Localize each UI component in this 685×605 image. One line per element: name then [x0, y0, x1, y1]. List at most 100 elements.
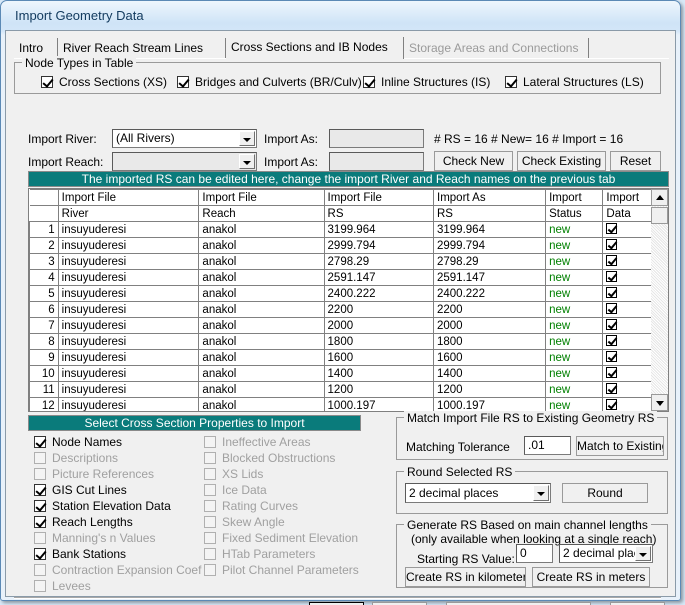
cell-river[interactable]: insuyuderesi — [57, 365, 200, 382]
checkbox-icon[interactable] — [505, 76, 517, 88]
table-row[interactable]: 2 insuyuderesi anakol 2999.794 2999.794 new — [29, 237, 653, 254]
row-number[interactable]: 10 — [29, 365, 59, 382]
grid-header-top[interactable]: Import File — [57, 189, 200, 206]
cell-river[interactable]: insuyuderesi — [57, 333, 200, 350]
row-number[interactable]: 4 — [29, 269, 59, 286]
property-checkbox-station-elevation-data[interactable]: Station Elevation Data — [34, 499, 171, 513]
checkbox-icon[interactable] — [606, 287, 618, 298]
node-type-checkbox-0[interactable]: Cross Sections (XS) — [41, 75, 167, 89]
cell-river[interactable]: insuyuderesi — [57, 221, 200, 238]
table-row[interactable]: 6 insuyuderesi anakol 2200 2200 new — [29, 301, 653, 318]
cell-reach[interactable]: anakol — [198, 381, 325, 398]
import-reach-combo[interactable] — [112, 152, 257, 171]
checkbox-icon[interactable] — [41, 76, 53, 88]
tab-river-reach-stream-lines[interactable]: River Reach Stream Lines — [58, 38, 226, 58]
table-row[interactable]: 1 insuyuderesi anakol 3199.964 3199.964 new — [29, 221, 653, 238]
tab-storage-areas-and-connections[interactable]: Storage Areas and Connections — [404, 38, 589, 58]
checkbox-icon[interactable] — [606, 383, 618, 394]
cell-river[interactable]: insuyuderesi — [57, 253, 200, 270]
cell-rs[interactable]: 2999.794 — [323, 237, 435, 254]
property-checkbox-node-names[interactable]: Node Names — [34, 435, 122, 449]
grid-header-bottom[interactable]: RS — [432, 205, 547, 222]
row-number[interactable]: 6 — [29, 301, 59, 318]
cell-reach[interactable]: anakol — [198, 221, 325, 238]
cell-river[interactable]: insuyuderesi — [57, 349, 200, 366]
row-number[interactable]: 11 — [29, 381, 59, 398]
cell-rs-as[interactable]: 1200 — [432, 381, 547, 398]
grid-header-top[interactable]: Import — [602, 189, 653, 206]
import-data-checkbox-cell[interactable] — [602, 301, 653, 318]
row-number[interactable]: 5 — [29, 285, 59, 302]
chevron-down-icon[interactable] — [239, 131, 255, 146]
cell-rs-as[interactable]: 2591.147 — [432, 269, 547, 286]
table-row[interactable]: 11 insuyuderesi anakol 1200 1200 new — [29, 381, 653, 398]
grid-header-top[interactable]: Import File — [198, 189, 325, 206]
cell-rs[interactable]: 2798.29 — [323, 253, 435, 270]
import-data-checkbox-cell[interactable] — [602, 333, 653, 350]
property-checkbox-reach-lengths[interactable]: Reach Lengths — [34, 515, 133, 529]
checkbox-icon[interactable] — [606, 223, 618, 234]
table-row[interactable]: 12 insuyuderesi anakol 1000.197 1000.197 new — [29, 397, 653, 411]
node-type-checkbox-2[interactable]: Inline Structures (IS) — [363, 75, 490, 89]
cell-rs[interactable]: 1600 — [323, 349, 435, 366]
import-rs-grid[interactable]: Import File Import File Import File Import … — [28, 188, 669, 412]
scroll-down-icon[interactable] — [651, 394, 668, 411]
matching-tolerance-input[interactable]: .01 — [524, 436, 571, 455]
grid-header-bottom[interactable]: Status — [545, 205, 604, 222]
checkbox-icon[interactable] — [363, 76, 375, 88]
title-bar[interactable]: Import Geometry Data — [1, 1, 680, 31]
cell-rs-as[interactable]: 3199.964 — [432, 221, 547, 238]
grid-header-top[interactable]: Import As — [432, 189, 547, 206]
check-existing-button[interactable]: Check Existing — [517, 151, 606, 171]
row-number[interactable]: 7 — [29, 317, 59, 334]
grid-header-top[interactable]: Import — [545, 189, 604, 206]
cell-river[interactable]: insuyuderesi — [57, 285, 200, 302]
checkbox-icon[interactable] — [34, 484, 46, 496]
grid-header-bottom[interactable]: River — [57, 205, 200, 222]
import-data-checkbox-cell[interactable] — [602, 253, 653, 270]
checkbox-icon[interactable] — [177, 76, 189, 88]
cell-rs[interactable]: 1000.197 — [323, 397, 435, 411]
checkbox-icon[interactable] — [34, 516, 46, 528]
row-number[interactable]: 2 — [29, 237, 59, 254]
cell-rs-as[interactable]: 2400.222 — [432, 285, 547, 302]
reset-button[interactable]: Reset — [610, 151, 661, 171]
checkbox-icon[interactable] — [606, 351, 618, 362]
checkbox-icon[interactable] — [606, 239, 618, 250]
cell-rs[interactable]: 1400 — [323, 365, 435, 382]
grid-header-bottom[interactable]: Reach — [198, 205, 325, 222]
checkbox-icon[interactable] — [606, 271, 618, 282]
check-new-button[interactable]: Check New — [434, 151, 513, 171]
import-data-checkbox-cell[interactable] — [602, 381, 653, 398]
chevron-down-icon[interactable] — [239, 154, 255, 169]
table-row[interactable]: 10 insuyuderesi anakol 1400 1400 new — [29, 365, 653, 382]
cell-rs[interactable]: 2200 — [323, 301, 435, 318]
cell-rs[interactable]: 2591.147 — [323, 269, 435, 286]
row-number[interactable]: 1 — [29, 221, 59, 238]
checkbox-icon[interactable] — [606, 319, 618, 330]
cell-reach[interactable]: anakol — [198, 397, 325, 411]
cell-reach[interactable]: anakol — [198, 269, 325, 286]
cell-rs-as[interactable]: 2000 — [432, 317, 547, 334]
tab-intro[interactable]: Intro — [14, 38, 58, 58]
row-number[interactable]: 9 — [29, 349, 59, 366]
import-river-combo[interactable]: (All Rivers) — [112, 129, 257, 148]
cell-rs[interactable]: 2000 — [323, 317, 435, 334]
cell-reach[interactable]: anakol — [198, 285, 325, 302]
cell-reach[interactable]: anakol — [198, 365, 325, 382]
cell-rs-as[interactable]: 2798.29 — [432, 253, 547, 270]
table-row[interactable]: 5 insuyuderesi anakol 2400.222 2400.222 new — [29, 285, 653, 302]
cell-reach[interactable]: anakol — [198, 349, 325, 366]
cell-rs[interactable]: 1200 — [323, 381, 435, 398]
cell-rs-as[interactable]: 1600 — [432, 349, 547, 366]
cell-reach[interactable]: anakol — [198, 333, 325, 350]
cell-river[interactable]: insuyuderesi — [57, 269, 200, 286]
import-data-checkbox-cell[interactable] — [602, 365, 653, 382]
checkbox-icon[interactable] — [606, 303, 618, 314]
chevron-down-icon[interactable] — [533, 485, 549, 501]
tab-cross-sections-and-ib-nodes[interactable]: Cross Sections and IB Nodes — [226, 37, 404, 59]
cell-rs[interactable]: 3199.964 — [323, 221, 435, 238]
starting-rs-input[interactable]: 0 — [516, 544, 553, 563]
property-checkbox-bank-stations[interactable]: Bank Stations — [34, 547, 126, 561]
cell-reach[interactable]: anakol — [198, 237, 325, 254]
